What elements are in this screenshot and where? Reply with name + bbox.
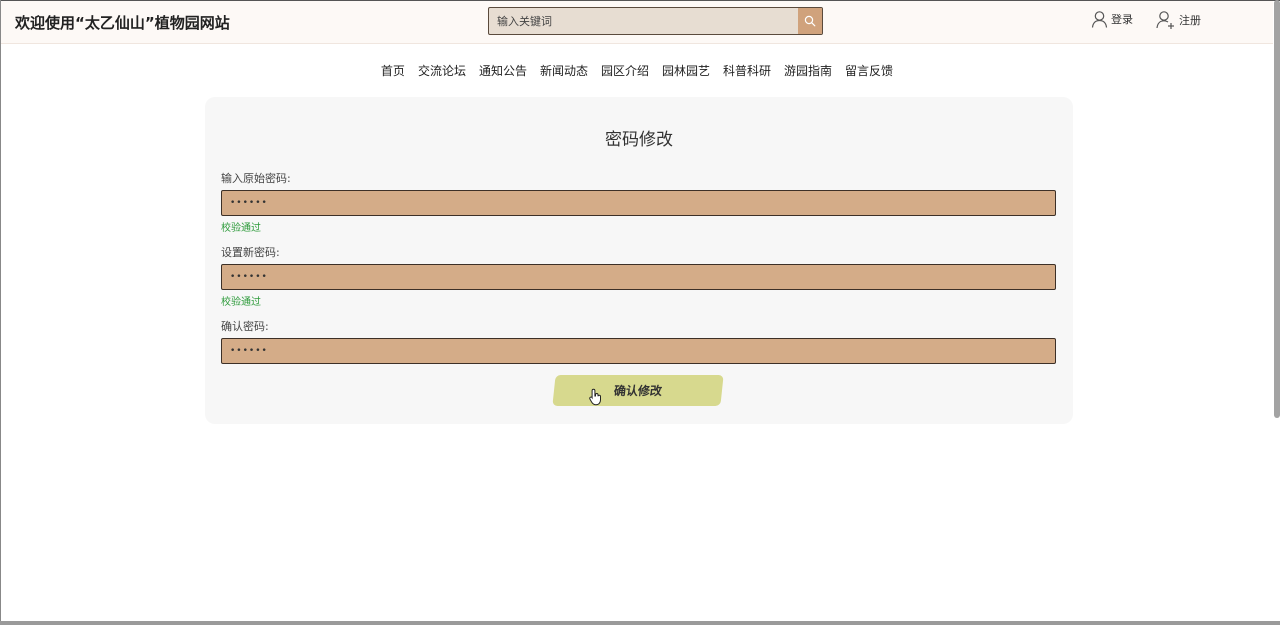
old-password-label: 输入原始密码: — [221, 172, 291, 185]
register-label: 注册 — [1179, 14, 1201, 27]
nav-item-home[interactable]: 首页 — [381, 62, 405, 79]
search-button[interactable] — [798, 8, 822, 34]
window-left-border — [0, 0, 1, 625]
search-bar — [488, 7, 823, 35]
site-title: 欢迎使用“太乙仙山”植物园网站 — [15, 14, 230, 32]
new-password-validation: 校验通过 — [221, 297, 261, 308]
nav-item-visitor-guide[interactable]: 游园指南 — [784, 62, 832, 79]
nav-item-news[interactable]: 新闻动态 — [540, 62, 588, 79]
hand-pointer-cursor-icon — [589, 388, 601, 406]
login-link[interactable]: 登录 — [1091, 10, 1133, 28]
password-change-form: 密码修改 输入原始密码: 校验通过 设置新密码: 校验通过 确认密码: 确认修改 — [205, 97, 1073, 424]
nav-item-science[interactable]: 科普科研 — [723, 62, 771, 79]
old-password-input[interactable] — [221, 190, 1056, 216]
new-password-input[interactable] — [221, 264, 1056, 290]
user-add-icon — [1156, 11, 1174, 29]
old-password-validation: 校验通过 — [221, 223, 261, 234]
confirm-change-button[interactable]: 确认修改 — [552, 375, 724, 406]
login-label: 登录 — [1111, 13, 1133, 26]
window-bottom-border — [0, 621, 1280, 625]
search-icon — [804, 15, 816, 27]
nav-item-gardening[interactable]: 园林园艺 — [662, 62, 710, 79]
user-icon — [1091, 11, 1108, 28]
register-link[interactable]: 注册 — [1156, 10, 1201, 30]
confirm-password-input[interactable] — [221, 338, 1056, 364]
new-password-label: 设置新密码: — [221, 246, 280, 259]
nav-item-feedback[interactable]: 留言反馈 — [845, 62, 893, 79]
site-header: 欢迎使用“太乙仙山”植物园网站 登录 注册 — [1, 1, 1273, 44]
nav-item-notices[interactable]: 通知公告 — [479, 62, 527, 79]
vertical-scrollbar[interactable] — [1274, 0, 1280, 418]
nav-item-park-intro[interactable]: 园区介绍 — [601, 62, 649, 79]
form-title: 密码修改 — [605, 130, 673, 150]
search-input[interactable] — [489, 8, 789, 34]
confirm-password-label: 确认密码: — [221, 320, 269, 333]
main-nav: 首页 交流论坛 通知公告 新闻动态 园区介绍 园林园艺 科普科研 游园指南 留言… — [0, 62, 1274, 79]
nav-item-forum[interactable]: 交流论坛 — [418, 62, 466, 79]
